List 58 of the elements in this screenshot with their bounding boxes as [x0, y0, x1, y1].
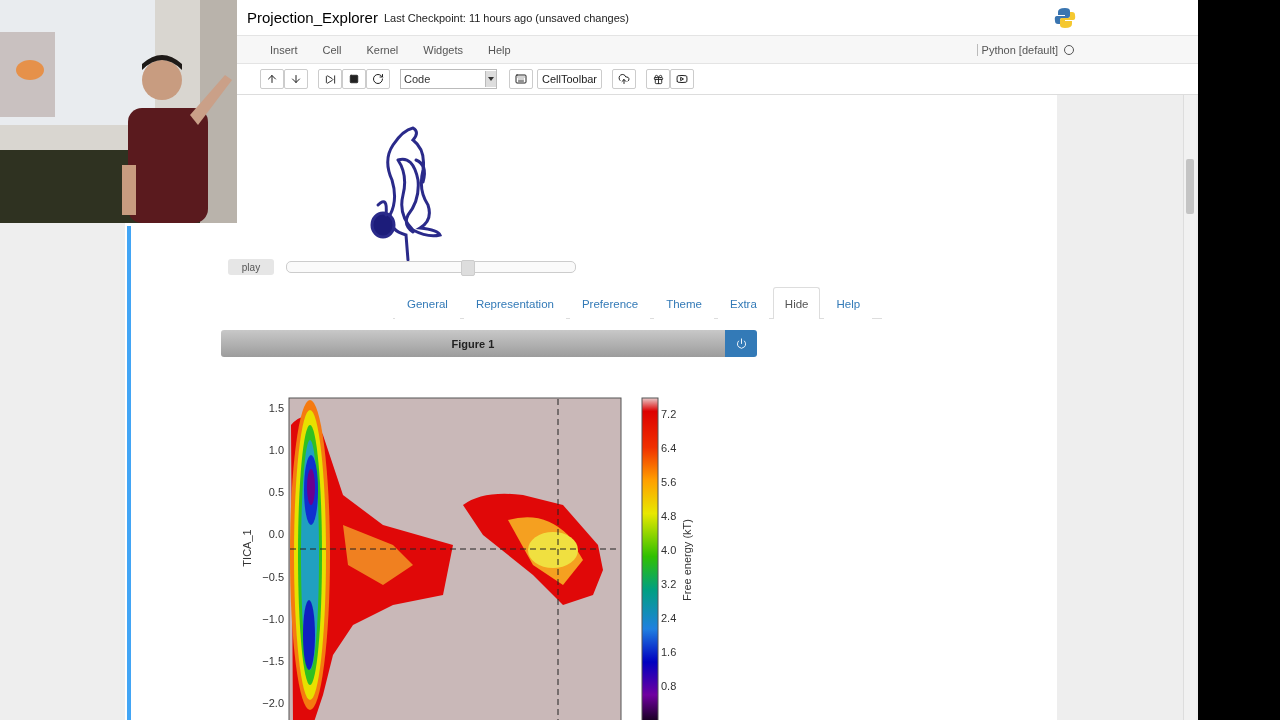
y-tick-label: −1.0 [262, 612, 284, 625]
y-tick-label: 0.0 [268, 528, 284, 541]
gift-button[interactable] [646, 69, 671, 89]
keyboard-icon [515, 73, 527, 85]
stop-icon [349, 74, 359, 84]
restart-button[interactable] [366, 69, 390, 89]
move-down-button[interactable] [284, 69, 308, 89]
colorbar-label: Free energy (kT) [681, 519, 693, 601]
colorbar-tick-label: 2.4 [661, 612, 677, 624]
y-tick-label: −0.5 [262, 570, 284, 583]
colorbar-tick-label: 4.0 [661, 544, 677, 556]
play-button[interactable]: play [228, 259, 274, 275]
settings-tab[interactable]: Hide [772, 287, 821, 319]
menu-item[interactable]: Kernel [366, 43, 399, 56]
refresh-icon [372, 73, 384, 85]
menu-item[interactable]: Widgets [423, 43, 463, 56]
scrollbar-thumb[interactable] [1186, 159, 1194, 214]
play-screen-icon [676, 73, 689, 85]
menu-item[interactable]: Help [488, 43, 511, 56]
y-tick-label: −2.0 [262, 697, 284, 710]
menu-item[interactable]: Cell [322, 43, 342, 56]
colorbar-tick-label: 7.2 [661, 408, 677, 420]
slider-thumb[interactable] [461, 260, 476, 276]
arrow-up-icon [266, 73, 278, 85]
colorbar-tick-label: 1.6 [661, 646, 677, 658]
menu-item[interactable]: Insert [270, 43, 298, 56]
kernel-name: Python [default] [976, 43, 1058, 56]
y-tick-label: −1.5 [262, 654, 284, 667]
y-tick-label: 1.5 [268, 402, 284, 414]
colorbar-tick-label: 4.8 [661, 510, 677, 522]
colorbar-tick-label: 5.6 [661, 476, 677, 488]
y-tick-label: 1.0 [268, 444, 284, 457]
notebook-name[interactable]: Projection_Explorer [247, 9, 378, 26]
cloud-upload-icon [618, 73, 631, 85]
python-logo-icon [1054, 6, 1076, 29]
colorbar-tick-label: 3.2 [661, 578, 677, 590]
figure-title-bar: Figure 1 [221, 330, 725, 357]
colorbar-tick-label: 0.8 [661, 680, 677, 692]
run-button[interactable] [318, 69, 342, 89]
gift-icon [652, 73, 664, 85]
stop-button[interactable] [342, 69, 366, 89]
celltoolbar-button[interactable]: CellToolbar [537, 69, 603, 89]
colorbar-tick-label: 6.4 [661, 442, 677, 454]
y-axis-label: TICA_1 [241, 529, 253, 567]
frame-slider[interactable] [286, 261, 576, 273]
checkpoint-status: Last Checkpoint: 11 hours ago (unsaved changes) [383, 11, 630, 24]
cell-type-select[interactable]: Code [400, 69, 497, 89]
power-icon [735, 338, 747, 349]
caret-icon [488, 77, 494, 81]
upload-button[interactable] [612, 69, 637, 89]
scrollbar[interactable] [1183, 95, 1196, 720]
y-tick-label: 0.5 [268, 486, 284, 499]
move-up-button[interactable] [260, 69, 284, 89]
arrow-down-icon [290, 73, 302, 85]
power-button[interactable] [725, 330, 757, 357]
slideshow-button[interactable] [670, 69, 695, 89]
keyboard-button[interactable] [509, 69, 533, 89]
skip-forward-icon [324, 73, 336, 85]
